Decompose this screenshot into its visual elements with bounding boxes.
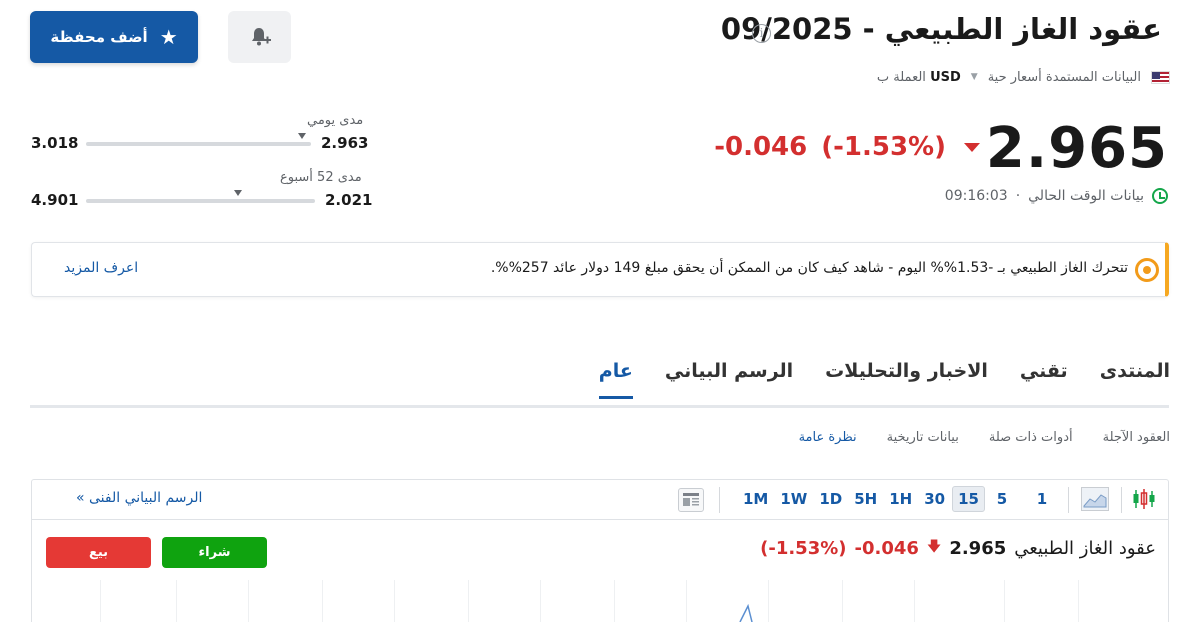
tab-technical[interactable]: تقني (1020, 360, 1068, 399)
daily-range-track (86, 142, 311, 146)
chart-grid-line (322, 580, 323, 622)
week52-range-marker (234, 190, 242, 196)
chart-grid-line (468, 580, 469, 622)
chart-instrument-name: عقود الغاز الطبيعي (1014, 537, 1156, 559)
currency-code: USD (930, 69, 961, 85)
time-label: بيانات الوقت الحالي (1028, 188, 1144, 204)
banner-text: تتحرك الغاز الطبيعي بـ -1.53%% اليوم - ش… (490, 260, 1128, 276)
chart-grid-line (540, 580, 541, 622)
chevron-down-icon[interactable]: ▼ (971, 72, 978, 82)
down-arrow-icon: 🡇 (926, 539, 942, 555)
timeframe-1W[interactable]: 1W (775, 486, 812, 512)
toolbar-separator (719, 487, 720, 513)
week52-range-low: 2.021 (325, 191, 373, 209)
tab-forum[interactable]: المنتدى (1100, 360, 1170, 399)
quote-time: بيانات الوقت الحالي · 09:16:03 (945, 188, 1168, 204)
subnav-historical-data[interactable]: بيانات تاريخية (887, 430, 959, 445)
down-arrow-icon (964, 142, 980, 152)
chart-toolbar-divider (32, 519, 1168, 520)
chart-grid-line (614, 580, 615, 622)
time-separator: · (1015, 188, 1021, 204)
subnav-related-instruments[interactable]: أدوات ذات صلة (989, 430, 1073, 445)
timeframe-1H[interactable]: 1H (884, 486, 917, 512)
candlestick-chart-icon[interactable] (1131, 487, 1157, 511)
star-icon: ★ (159, 25, 178, 49)
chart-grid-line (1078, 580, 1079, 622)
chart-grid-line (248, 580, 249, 622)
chart-quote-change-pct: (-1.53%) (760, 537, 847, 559)
chart-quote-change: -0.046 (854, 537, 919, 559)
target-icon (1135, 258, 1159, 282)
bell-plus-icon (251, 28, 271, 46)
chart-grid-line (842, 580, 843, 622)
timeframe-5[interactable]: 5 (987, 486, 1017, 512)
timeframe-15[interactable]: 15 (952, 486, 985, 512)
chart-grid-line (1004, 580, 1005, 622)
tab-chart[interactable]: الرسم البياني (665, 360, 793, 399)
currency-label: العملة ب (876, 69, 926, 85)
currency-info: العملة ب USD (877, 70, 961, 85)
daily-range-marker (298, 133, 306, 139)
subnav-overview[interactable]: نظرة عامة (799, 430, 857, 445)
price-line (739, 604, 753, 622)
data-source-label: البيانات المستمدة أسعار حية (987, 69, 1141, 85)
chart-grid-line (914, 580, 915, 622)
clock-icon (1152, 188, 1168, 204)
buy-button[interactable]: شراء (162, 537, 267, 568)
daily-range-label: مدى يومي (307, 113, 364, 128)
price-change: -0.046 (-1.53%) (714, 132, 980, 162)
week52-range-high: 4.901 (31, 191, 79, 209)
info-icon[interactable]: i (752, 24, 771, 43)
news-overlay-icon[interactable] (678, 488, 704, 512)
timeframe-30[interactable]: 30 (919, 486, 950, 512)
page-title: عقود الغاز الطبيعي - 09/2025 (720, 12, 1162, 46)
sub-navigation: نظرة عامة بيانات تاريخية أدوات ذات صلة ا… (799, 430, 1170, 445)
subnav-futures-contracts[interactable]: العقود الآجلة (1103, 430, 1170, 445)
create-alert-button[interactable] (228, 11, 291, 63)
tab-news-analysis[interactable]: الاخبار والتحليلات (825, 360, 988, 399)
technical-chart-link[interactable]: الرسم البياني الفنى » (76, 490, 202, 506)
add-portfolio-label: أضف محفظة (50, 28, 148, 46)
sell-button[interactable]: بيع (46, 537, 151, 568)
main-tabs: عام الرسم البياني الاخبار والتحليلات تقن… (598, 360, 1170, 399)
tabs-divider (30, 405, 1169, 408)
week52-range-track (86, 199, 315, 203)
timeframe-1[interactable]: 1 (1027, 486, 1057, 512)
tab-general[interactable]: عام (598, 360, 633, 399)
chart-grid-line (100, 580, 101, 622)
instrument-meta: البيانات المستمدة أسعار حية ▼ العملة ب U… (877, 66, 1170, 88)
learn-more-link[interactable]: اعرف المزيد (64, 260, 138, 276)
add-portfolio-button[interactable]: ★ أضف محفظة (30, 11, 198, 63)
timeframe-selector: 1M 1W 1D 5H 1H 30 15 5 1 (738, 486, 1057, 512)
change-value: -0.046 (714, 132, 808, 162)
timeframe-1M[interactable]: 1M (738, 486, 773, 512)
daily-range-high: 3.018 (31, 134, 79, 152)
chart-quote-line: عقود الغاز الطبيعي 2.965 🡇 -0.046 (-1.53… (760, 536, 1156, 560)
chart-quote-price: 2.965 (949, 537, 1007, 559)
week52-range-label: مدى 52 أسبوع (280, 170, 362, 185)
us-flag-icon (1151, 70, 1170, 84)
toolbar-separator (1068, 487, 1069, 513)
timeframe-1D[interactable]: 1D (814, 486, 847, 512)
toolbar-separator (1121, 487, 1122, 513)
area-chart-icon[interactable] (1081, 487, 1109, 511)
chart-grid-line (768, 580, 769, 622)
chart-grid-line (686, 580, 687, 622)
chart-grid-line (176, 580, 177, 622)
last-price: 2.965 (985, 116, 1168, 181)
change-percent: (-1.53%) (821, 132, 946, 162)
chart-grid-line (394, 580, 395, 622)
timeframe-5H[interactable]: 5H (849, 486, 882, 512)
daily-range-low: 2.963 (321, 134, 369, 152)
newspaper-icon (683, 493, 699, 506)
time-value: 09:16:03 (944, 188, 1008, 204)
